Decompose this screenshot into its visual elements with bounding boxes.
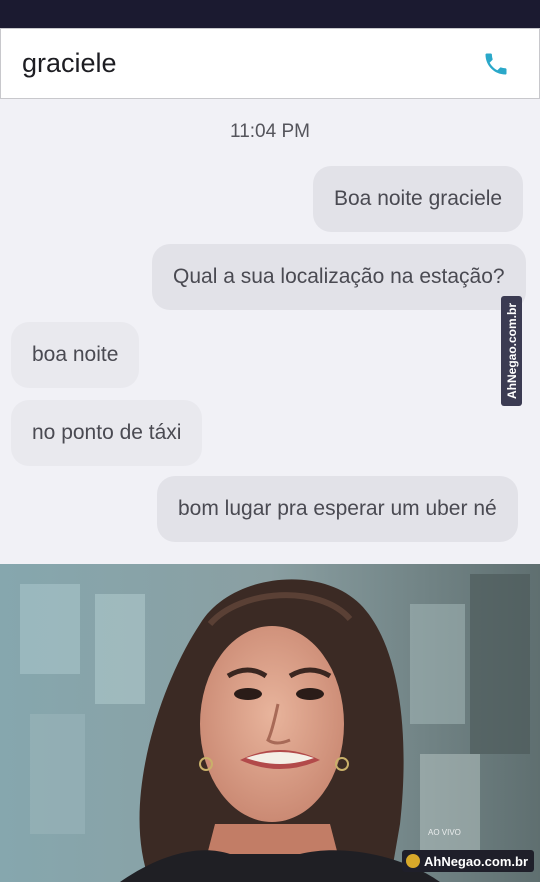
phone-icon [485, 53, 507, 74]
watermark-bottom: AhNegao.com.br [401, 850, 534, 872]
watermark-bottom-text: AhNegao.com.br [423, 853, 528, 869]
message-bubble-sent: bom lugar pra esperar um uber né [157, 476, 518, 542]
message-bubble-received: boa noite [11, 322, 140, 388]
message-timestamp: 11:04 PM [230, 121, 310, 142]
watermark-side-text: AhNegao.com.br [504, 302, 519, 400]
contact-name: graciele [22, 48, 117, 78]
status-bar [0, 0, 540, 28]
reaction-photo: AO VIVO AhNegao.com.br [0, 564, 540, 882]
chat-header: graciele [0, 28, 540, 99]
message-bubble-sent: Boa noite graciele [313, 166, 524, 232]
site-logo-icon [405, 854, 420, 868]
watermark-side: AhNegao.com.br [501, 296, 522, 406]
chat-thread: 11:04 PM Boa noite graciele Qual a sua l… [0, 99, 540, 564]
tv-live-badge: AO VIVO [428, 828, 461, 837]
call-button[interactable] [479, 47, 513, 81]
message-bubble-sent: Qual a sua localização na estação? [152, 244, 526, 310]
message-bubble-received: no ponto de táxi [11, 400, 203, 466]
